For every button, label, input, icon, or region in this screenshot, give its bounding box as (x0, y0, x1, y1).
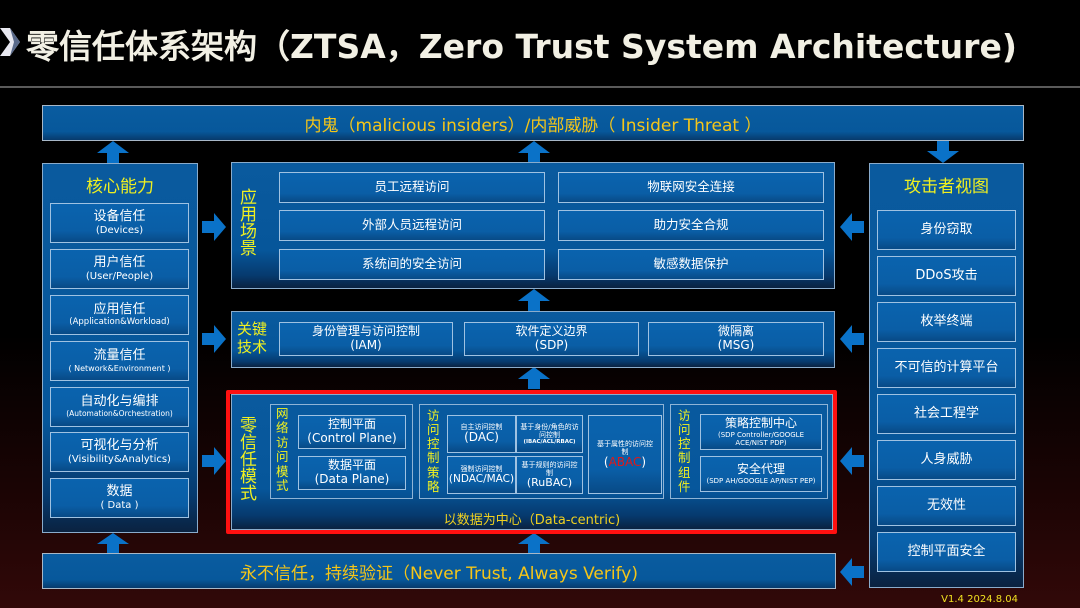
arrow-left-icon (840, 325, 864, 353)
scenario-item: 外部人员远程访问 (279, 210, 545, 241)
policy-control-center-box: 策略控制中心 (SDP Controller/GOOGLE ACE/NIST PD… (700, 414, 822, 450)
attack-item: 控制平面安全 (877, 532, 1016, 572)
scenarios-label: 应用场景 (240, 188, 257, 259)
key-tech-item: 微隔离 (MSG) (648, 322, 824, 356)
scenario-item: 员工远程访问 (279, 172, 545, 203)
arrow-up-icon (97, 533, 129, 553)
data-plane-box: 数据平面 (Data Plane) (298, 456, 406, 490)
arrow-up-icon (518, 289, 550, 311)
capability-item: 自动化与编排 (Automation&Orchestration) (50, 387, 189, 427)
key-tech-label: 关键 技术 (237, 320, 268, 356)
capability-item: 流量信任( Network&Environment ) (50, 341, 189, 381)
access-policy-label: 访问控制策略 (427, 408, 440, 494)
ndac-box: 强制访问控制 (NDAC/MAC) (447, 456, 516, 494)
attack-item: 人身威胁 (877, 440, 1016, 480)
key-tech-item: 软件定义边界 (SDP) (464, 322, 639, 356)
capability-item: 数据( Data ) (50, 478, 189, 518)
arrow-up-icon (97, 141, 129, 163)
ibac-box: 基于身份/角色的访问控制 (IBAC/ACL/RBAC) (516, 415, 583, 453)
capability-item: 应用信任 (Application&Workload) (50, 295, 189, 335)
insider-threat-banner: 内鬼（malicious insiders）/内部威胁（ Insider Thr… (42, 105, 1024, 141)
attack-item: DDoS攻击 (877, 256, 1016, 296)
arrow-up-icon (518, 141, 550, 163)
attack-item: 不可信的计算平台 (877, 348, 1016, 388)
attacker-view-header: 攻击者视图 (904, 177, 989, 197)
scenario-item: 敏感数据保护 (558, 249, 824, 280)
version-label: V1.4 2024.8.04 (941, 594, 1018, 605)
core-capabilities-header: 核心能力 (86, 177, 154, 197)
arrow-right-icon (202, 447, 226, 475)
network-access-label: 网络访问模式 (276, 406, 289, 493)
scenario-item: 系统间的安全访问 (279, 249, 545, 280)
arrow-down-icon (927, 141, 959, 163)
data-centric-label: 以数据为中心（Data-centric) (443, 513, 621, 528)
arrow-right-icon (202, 213, 226, 241)
key-tech-item: 身份管理与访问控制 (IAM) (279, 322, 453, 356)
abac-box: 基于属性的访问控制 (ABAC) (588, 415, 662, 494)
arrow-right-icon (202, 325, 226, 353)
capability-item: 用户信任 (User/People) (50, 249, 189, 289)
attack-item: 身份窃取 (877, 210, 1016, 250)
title-divider (0, 86, 1080, 88)
security-proxy-box: 安全代理 (SDP AH/GOOGLE AP/NIST PEP) (700, 456, 822, 492)
scenario-item: 助力安全合规 (558, 210, 824, 241)
rubac-box: 基于规则的访问控制 (RuBAC) (516, 456, 583, 494)
zero-trust-mode-label: 零信任模式 (240, 416, 257, 504)
arrow-up-icon (518, 533, 550, 553)
never-trust-banner: 永不信任，持续验证（Never Trust, Always Verify) (42, 553, 836, 589)
arrow-left-icon (840, 213, 864, 241)
control-plane-box: 控制平面 (Control Plane) (298, 415, 406, 449)
attack-item: 枚举终端 (877, 302, 1016, 342)
access-components-label: 访问控制组件 (678, 408, 691, 494)
arrow-left-icon (840, 447, 864, 475)
arrow-left-icon (840, 558, 864, 586)
attack-item: 社会工程学 (877, 394, 1016, 434)
scenario-item: 物联网安全连接 (558, 172, 824, 203)
attack-item: 无效性 (877, 486, 1016, 526)
dac-box: 自主访问控制 (DAC) (447, 415, 516, 453)
page-title: 零信任体系架构（ZTSA，Zero Trust System Architect… (26, 27, 1017, 66)
capability-item: 可视化与分析 (Visibility&Analytics) (50, 432, 189, 472)
arrow-up-icon (518, 367, 550, 389)
capability-item: 设备信任 (Devices) (50, 203, 189, 243)
title-chevron-icon (0, 26, 20, 58)
